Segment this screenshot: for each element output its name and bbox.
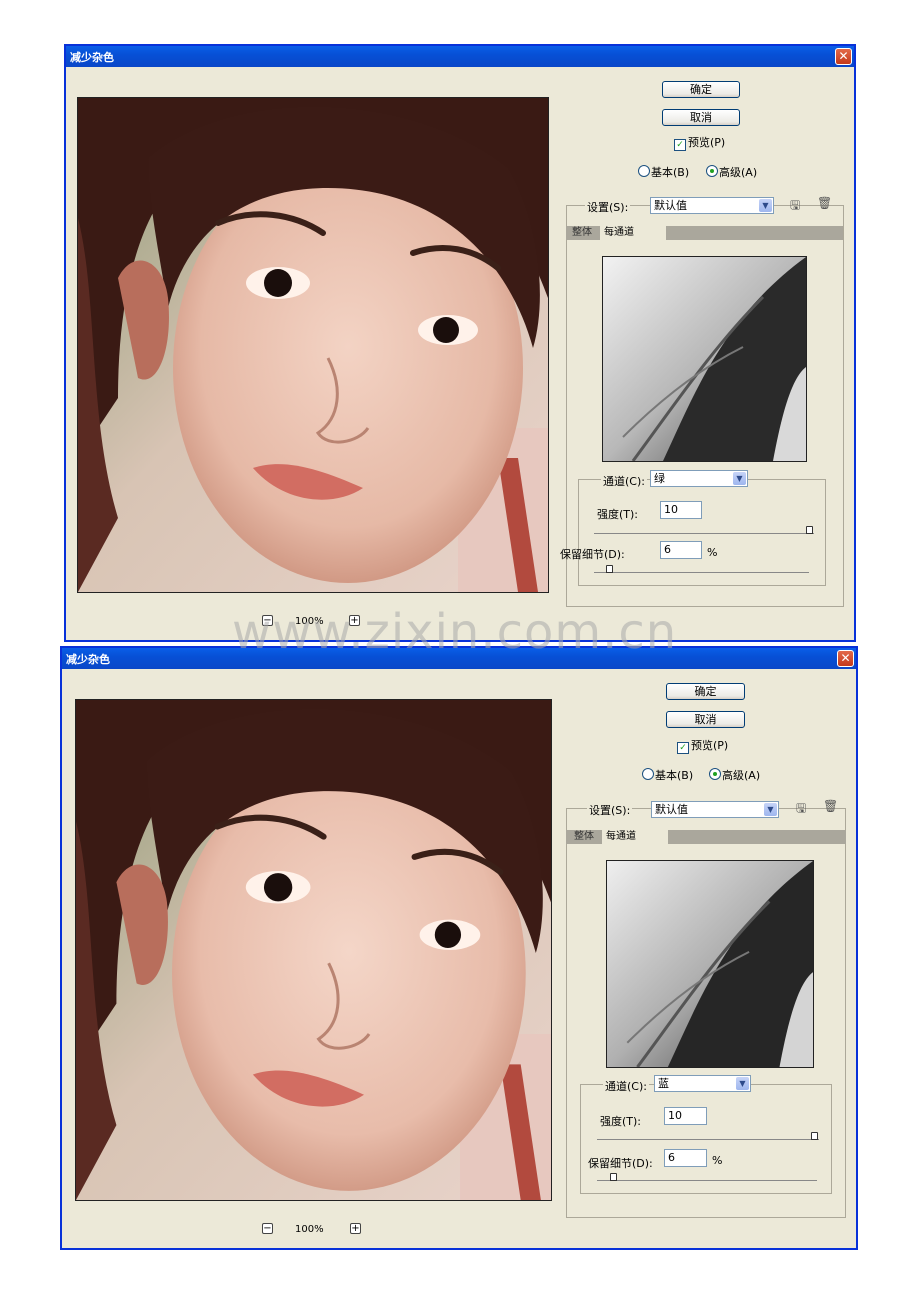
- zoom-in-icon: +: [351, 1223, 360, 1234]
- channel-label: 通道(C):: [603, 1078, 649, 1094]
- strength-label: 强度(T):: [597, 508, 639, 521]
- strength-slider-track[interactable]: [594, 533, 814, 534]
- dialog-title: 减少杂色: [66, 653, 110, 666]
- tab-per-channel[interactable]: 每通道: [602, 830, 668, 844]
- radio-icon: [638, 165, 650, 177]
- save-settings-icon[interactable]: 🖫: [796, 799, 806, 820]
- detail-label: 保留细节(D):: [588, 1157, 653, 1170]
- preview-checkbox[interactable]: ✓ 预览(P): [674, 134, 725, 151]
- channel-select[interactable]: 蓝 ▼: [654, 1075, 751, 1092]
- close-button[interactable]: ✕: [837, 650, 854, 667]
- cancel-button[interactable]: 取消: [666, 711, 745, 728]
- radio-icon: [642, 768, 654, 780]
- zoom-out-icon: −: [263, 1223, 272, 1234]
- radio-selected-icon: [709, 768, 721, 780]
- reduce-noise-dialog-2: 减少杂色 ✕ − 100% + 确定 取消 ✓ 预览(P) 基本(B) 高级(A…: [60, 646, 858, 1250]
- strength-input[interactable]: 10: [664, 1107, 707, 1125]
- checkmark-icon: ✓: [677, 742, 689, 754]
- channel-value: 蓝: [658, 1077, 669, 1090]
- close-icon: ✕: [840, 651, 851, 665]
- detail-slider-track[interactable]: [597, 1180, 817, 1181]
- strength-slider-track[interactable]: [597, 1139, 819, 1140]
- detail-slider-track[interactable]: [594, 572, 809, 573]
- advanced-radio[interactable]: 高级(A): [706, 164, 757, 180]
- preview-image[interactable]: [75, 699, 552, 1201]
- strength-slider-thumb[interactable]: [806, 526, 813, 534]
- settings-value: 默认值: [654, 199, 687, 212]
- percent-sign: %: [712, 1154, 723, 1167]
- tab-per-channel[interactable]: 每通道: [600, 226, 666, 240]
- portrait-photo: [78, 98, 548, 592]
- basic-radio[interactable]: 基本(B): [642, 767, 693, 783]
- detail-slider-thumb[interactable]: [610, 1173, 617, 1181]
- channel-preview-image[interactable]: [606, 860, 814, 1068]
- strength-input[interactable]: 10: [660, 501, 702, 519]
- trash-icon[interactable]: 🗑: [817, 196, 832, 210]
- detail-label: 保留细节(D):: [560, 548, 625, 561]
- channel-select[interactable]: 绿 ▼: [650, 470, 748, 487]
- preview-label: 预览(P): [688, 136, 726, 149]
- basic-label: 基本(B): [651, 166, 690, 179]
- preview-label: 预览(P): [691, 739, 729, 752]
- tab-overall[interactable]: 整体: [568, 226, 596, 240]
- channel-grayscale-photo: [607, 861, 813, 1067]
- zoom-in-button[interactable]: +: [350, 1223, 361, 1234]
- settings-value: 默认值: [655, 803, 688, 816]
- cancel-button[interactable]: 取消: [662, 109, 740, 126]
- tab-strip: 整体 每通道: [566, 830, 846, 844]
- preview-checkbox[interactable]: ✓ 预览(P): [677, 737, 728, 754]
- detail-slider-thumb[interactable]: [606, 565, 613, 573]
- title-bar[interactable]: 减少杂色 ✕: [66, 46, 854, 67]
- close-icon: ✕: [838, 49, 849, 63]
- watermark-text: www.zixin.com.cn: [232, 604, 678, 660]
- advanced-radio[interactable]: 高级(A): [709, 767, 760, 783]
- settings-select[interactable]: 默认值 ▼: [650, 197, 774, 214]
- reduce-noise-dialog-1: 减少杂色 ✕ − 100% + 确定 取消 ✓ 预览(P) 基本(B) 高级(A…: [64, 44, 856, 642]
- settings-label: 设置(S):: [587, 802, 633, 818]
- radio-selected-icon: [706, 165, 718, 177]
- channel-value: 绿: [654, 472, 665, 485]
- tab-strip: 整体 每通道: [566, 226, 843, 240]
- detail-input[interactable]: 6: [660, 541, 702, 559]
- advanced-label: 高级(A): [719, 166, 758, 179]
- chevron-down-icon: ▼: [736, 1077, 749, 1090]
- chevron-down-icon: ▼: [759, 199, 772, 212]
- settings-select[interactable]: 默认值 ▼: [651, 801, 779, 818]
- checkmark-icon: ✓: [674, 139, 686, 151]
- basic-label: 基本(B): [655, 769, 694, 782]
- ok-button[interactable]: 确定: [666, 683, 745, 700]
- chevron-down-icon: ▼: [764, 803, 777, 816]
- strength-slider-thumb[interactable]: [811, 1132, 818, 1140]
- channel-preview-image[interactable]: [602, 256, 807, 462]
- settings-label: 设置(S):: [585, 199, 631, 215]
- strength-label: 强度(T):: [600, 1115, 642, 1128]
- channel-label: 通道(C):: [601, 473, 647, 489]
- advanced-label: 高级(A): [722, 769, 761, 782]
- dialog-title: 减少杂色: [70, 51, 114, 64]
- zoom-controls: − 100% +: [262, 1223, 372, 1237]
- detail-input[interactable]: 6: [664, 1149, 707, 1167]
- save-settings-icon[interactable]: 🖫: [790, 196, 800, 217]
- basic-radio[interactable]: 基本(B): [638, 164, 689, 180]
- portrait-photo: [76, 700, 551, 1200]
- close-button[interactable]: ✕: [835, 48, 852, 65]
- tab-overall[interactable]: 整体: [570, 830, 598, 844]
- zoom-level: 100%: [295, 1224, 324, 1235]
- chevron-down-icon: ▼: [733, 472, 746, 485]
- zoom-out-button[interactable]: −: [262, 1223, 273, 1234]
- trash-icon[interactable]: 🗑: [823, 799, 838, 813]
- ok-button[interactable]: 确定: [662, 81, 740, 98]
- percent-sign: %: [707, 546, 718, 559]
- preview-image[interactable]: [77, 97, 549, 593]
- channel-grayscale-photo: [603, 257, 806, 461]
